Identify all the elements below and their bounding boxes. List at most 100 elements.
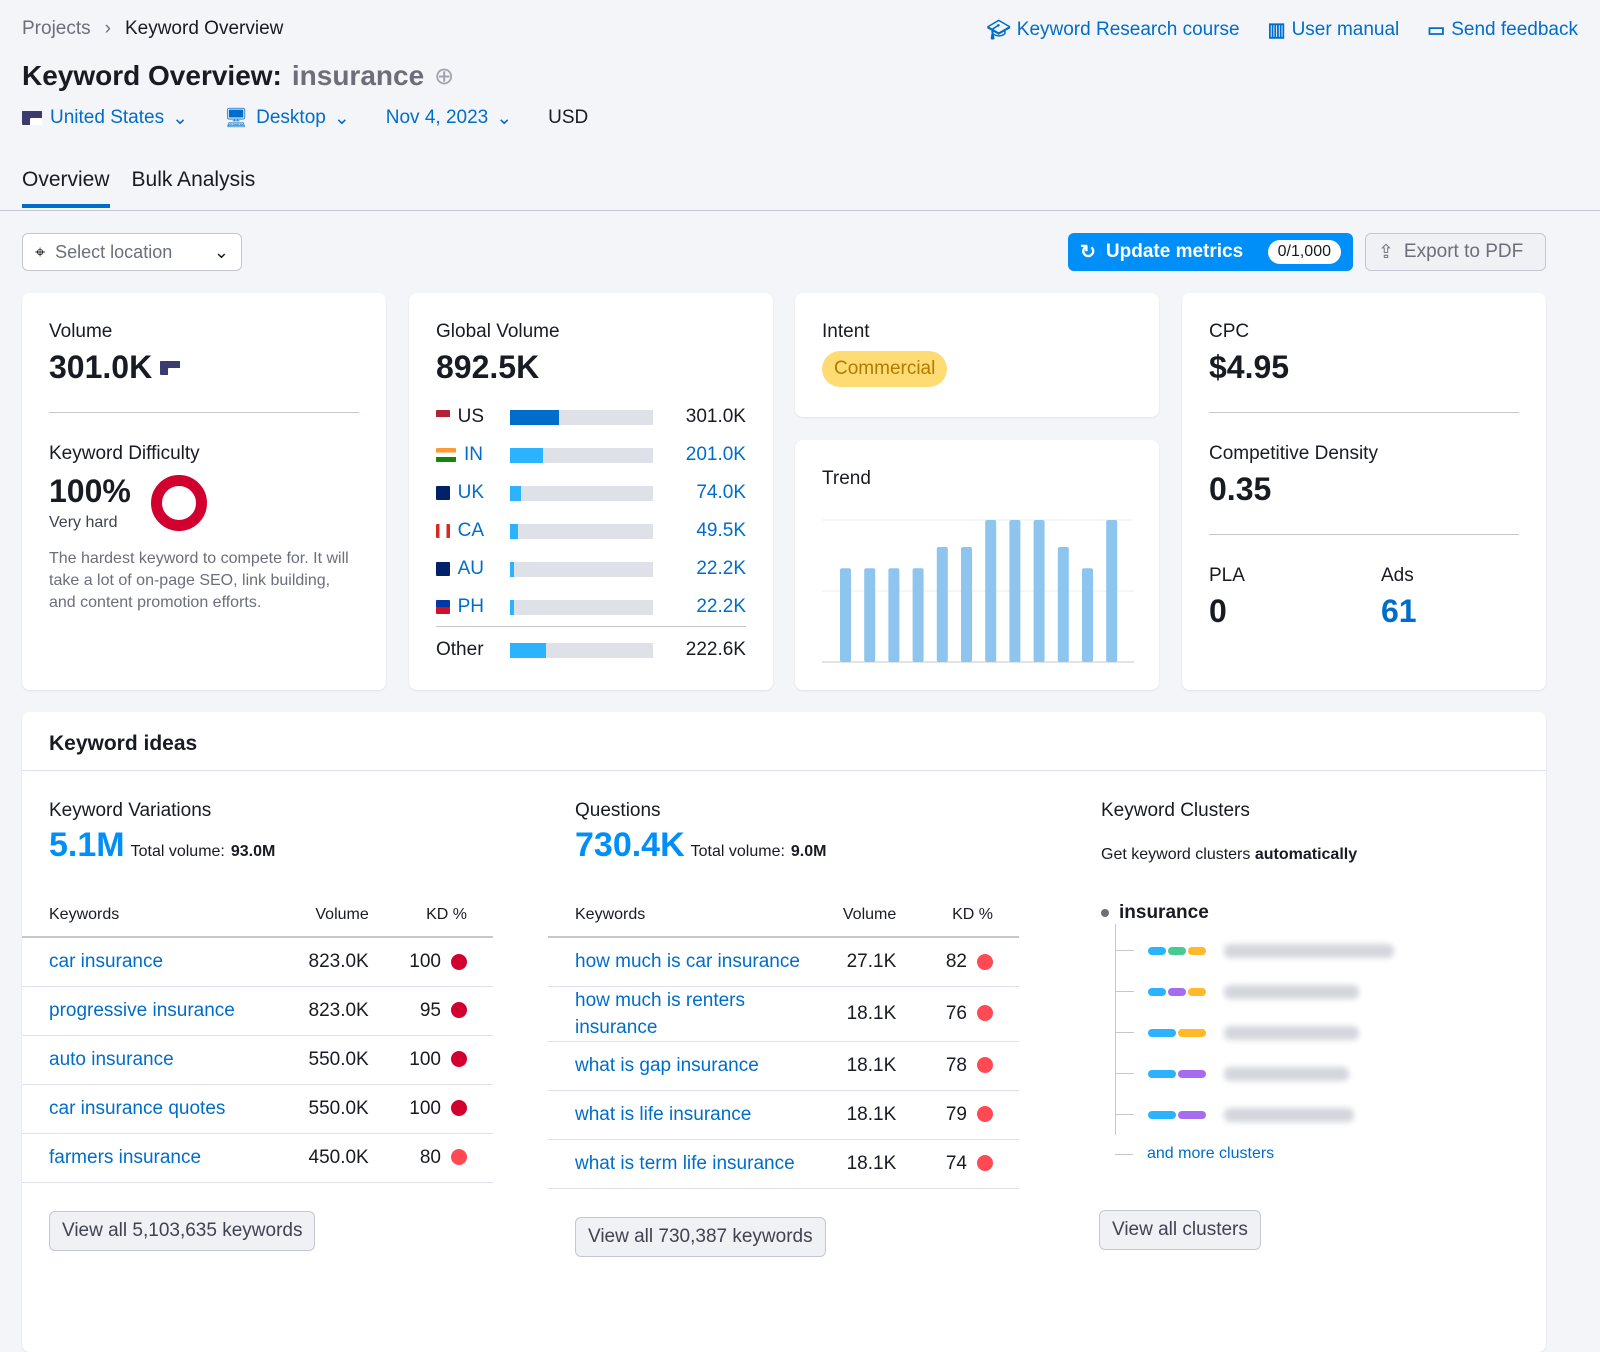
keyword-kd: 78 [945,1054,967,1076]
global-volume-label: Global Volume [436,321,560,342]
country-code[interactable]: AU [458,558,484,580]
view-all-questions-button[interactable]: View all 730,387 keywords [575,1216,826,1257]
export-pdf-button[interactable]: ⇪ Export to PDF [1365,233,1546,271]
trend-bar[interactable] [1106,520,1118,662]
share-bar [510,642,653,658]
divider [49,412,359,413]
cluster-item[interactable] [1116,971,1521,1012]
volume-label: Volume [49,321,113,342]
page-title: Keyword Overview: insurance ⊕ [22,60,454,92]
global-volume-card: Global Volume 892.5K US 301.0K IN 201.0K UK 7… [409,293,773,690]
tab-bulk-analysis[interactable]: Bulk Analysis [132,168,256,208]
trend-bar[interactable] [985,520,997,662]
country-code[interactable]: CA [458,520,484,542]
variations-label: Keyword Variations [49,800,212,821]
keyword-link[interactable]: what is gap insurance [575,1055,759,1076]
country-volume[interactable]: 49.5K [696,520,746,542]
country-code[interactable]: UK [458,482,484,504]
trend-bar[interactable] [864,568,876,662]
trend-bar[interactable] [936,546,948,662]
desktop-icon: 🖥︎ [224,108,249,129]
keyword-link[interactable]: what is term life insurance [575,1153,795,1174]
trend-bar[interactable] [961,546,972,662]
location-pin-icon: ⌖ [35,241,46,262]
trend-bar[interactable] [1033,520,1045,662]
location-select[interactable]: ⌖ Select location ⌄ [22,233,242,271]
send-feedback-link[interactable]: ▭ Send feedback [1427,18,1578,42]
chat-icon: ▭ [1427,19,1446,41]
top-links: 🎓︎ Keyword Research course ▥ User manual ▭… [987,18,1578,42]
country-value: United States [50,107,165,128]
difficulty-description: The hardest keyword to compete for. It w… [49,550,349,611]
cluster-item[interactable] [1116,1094,1521,1135]
breadcrumb: Projects › Keyword Overview [22,18,283,40]
country-select[interactable]: United States ⌄ [22,107,188,130]
country-volume[interactable]: 201.0K [686,444,746,466]
user-manual-link[interactable]: ▥ User manual [1268,18,1400,42]
trend-bar[interactable] [1057,546,1069,662]
cluster-intent-segment [1148,987,1166,996]
keyword-link[interactable]: car insurance quotes [49,1098,225,1119]
cluster-item[interactable] [1116,1053,1521,1094]
share-bar [510,523,653,539]
kd-dot-icon [451,1149,467,1166]
ads-value[interactable]: 61 [1381,593,1417,630]
questions-count[interactable]: 730.4K [575,826,685,865]
variations-count[interactable]: 5.1M [49,826,125,865]
table-row: what is life insurance 18.1K 79 [548,1090,1019,1140]
country-volume[interactable]: 22.2K [696,596,746,618]
country-code[interactable]: IN [464,444,483,466]
update-metrics-button[interactable]: ↻ Update metrics 0/1,000 [1068,233,1353,271]
trend-bar[interactable] [840,568,851,662]
questions-table: Keywords Volume KD % how much is car insura… [548,893,1019,1189]
cluster-intent-segment [1148,1028,1176,1037]
kd-dot-icon [451,1051,467,1068]
us-flag-icon [160,360,181,375]
keyword-kd: 95 [419,999,441,1021]
keyword-link[interactable]: auto insurance [49,1049,174,1070]
keyword-link[interactable]: what is life insurance [575,1104,751,1125]
kd-dot-icon [451,953,467,970]
share-bar-fill [510,523,518,539]
breadcrumb-current: Keyword Overview [124,18,284,39]
trend-bar[interactable] [1009,520,1021,662]
column-header: Keywords [22,893,282,938]
cpc-label: CPC [1209,321,1250,342]
more-clusters-link[interactable]: and more clusters [1147,1145,1274,1163]
keyword-volume: 18.1K [808,1090,905,1140]
country-code[interactable]: PH [458,596,484,618]
keyword-link[interactable]: farmers insurance [49,1147,201,1168]
country-volume[interactable]: 74.0K [696,482,746,504]
divider [1209,412,1519,413]
keyword-course-link[interactable]: 🎓︎ Keyword Research course [987,18,1240,42]
cluster-intent-segment [1148,1110,1176,1119]
keyword-link[interactable]: car insurance [49,951,163,972]
cluster-item[interactable] [1116,930,1521,971]
breadcrumb-projects[interactable]: Projects [22,18,91,40]
view-all-clusters-button[interactable]: View all clusters [1099,1210,1261,1250]
date-select[interactable]: Nov 4, 2023 ⌄ [386,107,512,130]
keyword-link[interactable]: how much is car insurance [575,951,800,972]
add-icon[interactable]: ⊕ [434,62,454,91]
cpc-card: CPC $4.95 Competitive Density 0.35 PLA 0 … [1182,293,1546,690]
tab-overview[interactable]: Overview [22,168,110,208]
trend-bar[interactable] [888,568,900,662]
chevron-right-icon: › [104,18,111,39]
trend-bar[interactable] [1082,568,1093,662]
pla-value: 0 [1209,593,1227,629]
keyword-link[interactable]: progressive insurance [49,1000,235,1021]
cluster-item[interactable] [1116,1012,1521,1053]
country-volume[interactable]: 22.2K [696,558,746,580]
trend-bar[interactable] [912,568,924,662]
uk-flag-icon [436,486,450,500]
table-row: what is gap insurance 18.1K 78 [548,1041,1019,1091]
book-icon: ▥ [1267,19,1286,41]
blurred-cluster-name [1224,1025,1359,1040]
device-select[interactable]: 🖥︎ Desktop ⌄ [224,106,350,130]
keyword-link[interactable]: how much is renters insurance [575,990,745,1038]
keyword-volume: 450.0K [282,1133,377,1183]
clusters-subtitle: Get keyword clusters [1101,846,1251,863]
location-placeholder: Select location [55,241,173,262]
view-all-variations-button[interactable]: View all 5,103,635 keywords [49,1210,316,1251]
keyword-volume: 550.0K [282,1084,377,1134]
